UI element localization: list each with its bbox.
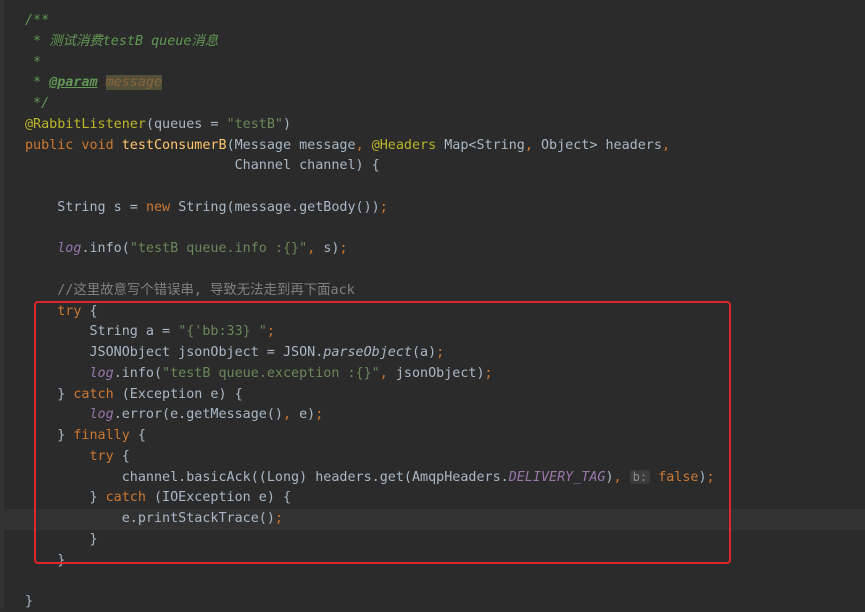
code-token: (Message message (226, 137, 356, 153)
code-line[interactable]: * @param message (25, 72, 163, 93)
code-line[interactable]: log.info("testB queue.info :{}", s); (25, 238, 348, 259)
code-line[interactable]: /** (25, 10, 49, 31)
code-token: "testB" (226, 116, 283, 132)
code-token: } (25, 594, 34, 609)
code-token: * 测试消费testB queue消息 (25, 33, 219, 49)
code-token: new (145, 199, 179, 215)
code-token: (queues = (145, 116, 227, 132)
code-line[interactable]: String s = new String(message.getBody())… (25, 197, 388, 218)
code-token: * (25, 75, 50, 91)
code-token: "testB queue.info :{}" (129, 241, 308, 257)
code-token: /** (25, 13, 50, 28)
code-line[interactable]: //这里故意写个错误串, 导致无法走到再下面ack (25, 280, 355, 301)
code-token: ; (339, 241, 348, 257)
code-token: public void (25, 137, 122, 153)
code-token: String s = (25, 199, 146, 215)
code-line[interactable]: public void testConsumerB(Message messag… (25, 135, 670, 156)
code-token: message (105, 75, 163, 91)
code-token: @RabbitListener (25, 116, 146, 132)
code-token: @Headers (371, 137, 445, 153)
code-token: .info( (81, 241, 130, 257)
code-token: * (25, 54, 42, 70)
red-highlight-box (34, 301, 731, 564)
code-line[interactable]: * 测试消费testB queue消息 (25, 31, 218, 52)
code-token: Object> headers (541, 137, 662, 153)
code-token: s) (323, 241, 340, 257)
code-token: testConsumerB (121, 137, 227, 153)
code-editor[interactable]: /** * 测试消费testB queue消息 * * @param messa… (0, 0, 865, 609)
code-token: //这里故意写个错误串, 导致无法走到再下面ack (25, 282, 355, 298)
code-token: log (57, 241, 82, 257)
code-line[interactable]: * (25, 52, 41, 73)
code-token: */ (25, 96, 50, 111)
code-token: Channel channel) { (25, 158, 380, 174)
code-token: , (307, 241, 324, 257)
code-token: @param (49, 75, 98, 91)
code-token: ; (379, 199, 388, 215)
code-token: , (355, 137, 372, 153)
code-line[interactable]: @RabbitListener(queues = "testB") (25, 114, 291, 135)
code-line[interactable]: Channel channel) { (25, 155, 380, 176)
code-token: , (524, 137, 541, 153)
code-line[interactable]: */ (25, 93, 49, 114)
code-token: Map<String (444, 137, 525, 153)
code-token: ) (283, 116, 292, 132)
code-token: , (661, 137, 670, 153)
code-token: String(message.getBody()) (178, 199, 380, 215)
